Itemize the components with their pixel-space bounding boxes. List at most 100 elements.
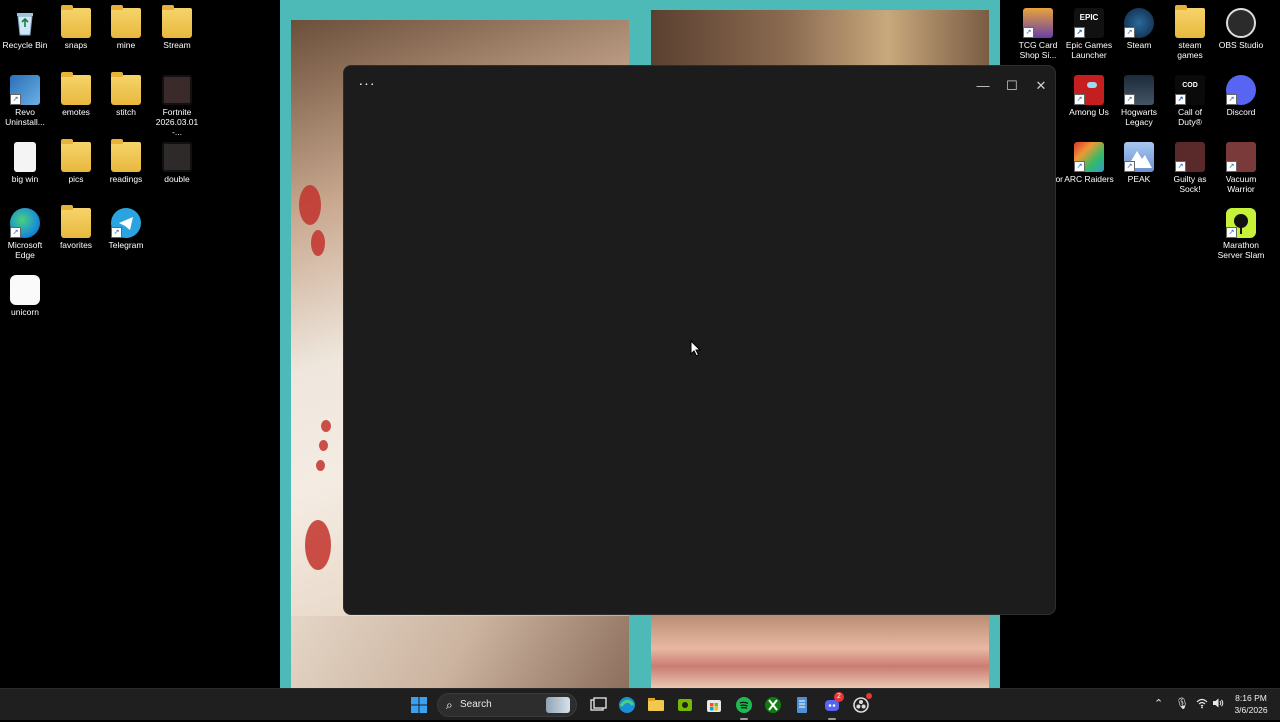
- desktop-icon-revo-uninstaller[interactable]: Revo Uninstall...: [0, 71, 50, 127]
- desktop-icon-discord[interactable]: Discord: [1216, 71, 1266, 117]
- taskbar-discord-button[interactable]: 2: [820, 692, 844, 720]
- folder-icon: [1175, 5, 1205, 38]
- folder-icon: [111, 72, 141, 105]
- desktop-icon-snaps[interactable]: snaps: [51, 4, 101, 50]
- volume-icon[interactable]: [1212, 697, 1224, 713]
- revo-uninstaller-icon: [10, 75, 40, 105]
- desktop-icon-pics[interactable]: pics: [51, 138, 101, 184]
- desktop-icon-steam[interactable]: Steam: [1114, 4, 1164, 50]
- recycle-bin-icon: [10, 8, 40, 38]
- show-hidden-icons-button[interactable]: ⌃: [1154, 697, 1163, 711]
- blank-file-icon: [14, 142, 36, 172]
- wallpaper-photo-top-right: [651, 10, 989, 65]
- taskbar-file-explorer-button[interactable]: [644, 693, 668, 717]
- folder-icon: [162, 5, 192, 38]
- spotify-icon: [736, 697, 752, 713]
- taskbar-spotify-button[interactable]: [732, 693, 756, 720]
- folder-icon: [61, 205, 91, 238]
- more-options-button[interactable]: ···: [354, 76, 380, 96]
- search-icon: ⌕: [446, 698, 453, 712]
- desktop-icon-stream[interactable]: Stream: [152, 4, 202, 50]
- desktop-icon-arc-raiders[interactable]: ARC Raiders: [1064, 138, 1114, 184]
- task-view-icon: [590, 697, 607, 711]
- hogwarts-legacy-icon: [1124, 75, 1154, 105]
- taskbar-xbox-button[interactable]: [761, 693, 785, 717]
- vacuum-warrior-icon: [1226, 142, 1256, 172]
- desktop-icon-guilty-as-sock[interactable]: Guilty as Sock!: [1165, 138, 1215, 194]
- discord-icon: [1226, 75, 1256, 105]
- start-icon: [411, 697, 427, 713]
- microphone-icon[interactable]: 🎙︎: [1175, 697, 1189, 711]
- video-file-icon: [162, 75, 192, 105]
- folder-icon: [61, 139, 91, 172]
- taskbar-search-box[interactable]: ⌕ Search: [437, 693, 577, 717]
- desktop-icon-marathon[interactable]: Marathon Server Slam: [1216, 204, 1266, 260]
- search-highlight-icon: [546, 697, 570, 713]
- wallpaper-photo-bottom-left: [291, 616, 629, 688]
- telegram-icon: [111, 208, 141, 238]
- peak-icon: [1124, 142, 1154, 172]
- notepad-icon: [797, 697, 807, 713]
- file-explorer-icon: [648, 698, 664, 711]
- xbox-icon: [765, 697, 781, 713]
- store-icon: [707, 700, 721, 712]
- call-of-duty-icon: COD: [1175, 75, 1205, 105]
- edge-icon: [10, 208, 40, 238]
- video-file-icon: [162, 142, 192, 172]
- desktop: Recycle Bin snaps mine Stream Revo Unins…: [0, 0, 1280, 688]
- desktop-icon-emotes[interactable]: emotes: [51, 71, 101, 117]
- taskbar-clock[interactable]: 8:16 PM 3/6/2026: [1226, 692, 1276, 716]
- folder-icon: [111, 139, 141, 172]
- clock-date: 3/6/2026: [1234, 705, 1268, 715]
- arc-raiders-icon: [1074, 142, 1104, 172]
- obs-icon: [1226, 8, 1256, 38]
- folder-icon: [111, 5, 141, 38]
- taskbar-notepad-button[interactable]: [790, 693, 814, 717]
- taskbar-store-button[interactable]: [702, 693, 726, 717]
- guilty-as-sock-icon: [1175, 142, 1205, 172]
- close-button[interactable]: ✕: [1026, 74, 1055, 98]
- folder-icon: [61, 72, 91, 105]
- among-us-icon: [1074, 75, 1104, 105]
- desktop-icon-fortnite-video[interactable]: Fortnite 2026.03.01 -...: [152, 71, 202, 137]
- maximize-button[interactable]: ☐: [997, 74, 1027, 98]
- tcg-card-shop-icon: [1023, 8, 1053, 38]
- desktop-icon-obs-studio[interactable]: OBS Studio: [1216, 4, 1266, 50]
- desktop-icon-readings[interactable]: readings: [101, 138, 151, 184]
- desktop-icon-tcg-card-shop[interactable]: TCG Card Shop Si...: [1013, 4, 1063, 60]
- marathon-icon: [1226, 208, 1256, 238]
- desktop-icon-steam-games[interactable]: steam games: [1165, 4, 1215, 60]
- wifi-icon[interactable]: [1196, 697, 1208, 713]
- minimize-button[interactable]: —: [968, 74, 998, 98]
- desktop-icon-vacuum-warrior[interactable]: Vacuum Warrior: [1216, 138, 1266, 194]
- task-view-button[interactable]: [586, 693, 610, 717]
- desktop-icon-big-win[interactable]: big win: [0, 138, 50, 184]
- epic-games-icon: EPIC: [1074, 8, 1104, 38]
- desktop-icon-double[interactable]: double: [152, 138, 202, 184]
- desktop-icon-favorites[interactable]: favorites: [51, 204, 101, 250]
- clock-time: 8:16 PM: [1235, 693, 1267, 703]
- desktop-icon-recycle-bin[interactable]: Recycle Bin: [0, 4, 50, 50]
- taskbar-obs-button[interactable]: [849, 693, 873, 717]
- desktop-icon-mine[interactable]: mine: [101, 4, 151, 50]
- desktop-icon-among-us[interactable]: Among Us: [1064, 71, 1114, 117]
- desktop-icon-peak[interactable]: PEAK: [1114, 138, 1164, 184]
- desktop-icon-telegram[interactable]: Telegram: [101, 204, 151, 250]
- desktop-icon-unicorn[interactable]: unicorn: [0, 271, 50, 317]
- desktop-icon-stitch[interactable]: stitch: [101, 71, 151, 117]
- steam-icon: [1124, 8, 1154, 38]
- notification-badge: 2: [834, 692, 844, 702]
- desktop-icon-epic-games[interactable]: EPIC Epic Games Launcher: [1064, 4, 1114, 60]
- taskbar-nvidia-button[interactable]: [673, 693, 697, 717]
- folder-icon: [61, 5, 91, 38]
- nvidia-icon: [678, 699, 692, 711]
- edge-icon: [619, 697, 635, 713]
- unicorn-image-icon: [10, 275, 40, 305]
- taskbar: ⌕ Search 2 ⌃ 🎙︎ 8:16 PM 3/6/2026: [0, 688, 1280, 720]
- taskbar-edge-button[interactable]: [615, 693, 639, 717]
- desktop-icon-microsoft-edge[interactable]: Microsoft Edge: [0, 204, 50, 260]
- desktop-icon-hogwarts-legacy[interactable]: Hogwarts Legacy: [1114, 71, 1164, 127]
- start-button[interactable]: [407, 693, 431, 717]
- wallpaper-photo-bottom-right: [651, 616, 989, 688]
- desktop-icon-call-of-duty[interactable]: COD Call of Duty®: [1165, 71, 1215, 127]
